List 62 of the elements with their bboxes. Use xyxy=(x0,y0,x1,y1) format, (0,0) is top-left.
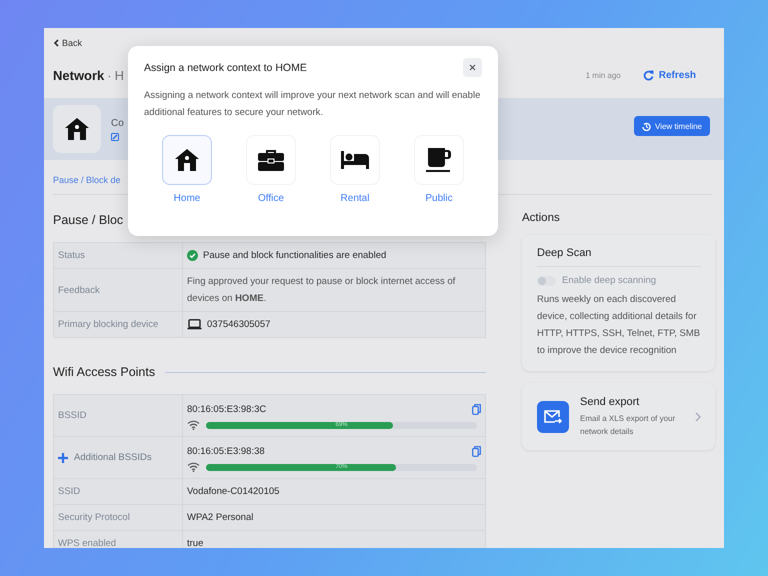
toggle-label: Enable deep scanning xyxy=(562,275,656,286)
option-label[interactable]: Rental xyxy=(340,193,370,204)
option-label[interactable]: Office xyxy=(258,193,284,204)
section-heading: Pause / Bloc xyxy=(53,213,124,227)
wifi-icon xyxy=(187,420,200,430)
cup-icon xyxy=(425,147,453,173)
check-circle-icon xyxy=(187,250,198,261)
card-title: Deep Scan xyxy=(537,247,701,267)
laptop-icon xyxy=(187,319,202,330)
value-text: true xyxy=(187,537,204,548)
page-subtitle: H xyxy=(114,68,124,82)
refresh-icon xyxy=(642,70,654,80)
history-icon xyxy=(642,122,652,130)
copy-icon[interactable] xyxy=(472,446,481,457)
view-timeline-button[interactable]: View timeline xyxy=(634,116,710,136)
actions-heading: Actions xyxy=(522,212,561,226)
dialog-title: Assign a network context to HOME xyxy=(144,62,307,74)
row-label: Feedback xyxy=(58,284,100,296)
dialog-description: Assigning a network context will improve your next network scan and will enable additional features to secure your network. xyxy=(144,89,482,120)
chevron-left-icon xyxy=(53,39,59,47)
deep-scan-toggle[interactable] xyxy=(537,276,556,286)
card-description: Runs weekly on each discovered device, collecting additional details for HTTP, HTTPS, SSH, Telnet, FTP, SMB to improve the device recognition xyxy=(537,293,701,358)
value-text: Vodafone-C01420105 xyxy=(187,485,280,499)
row-label[interactable]: Additional BSSIDs xyxy=(74,452,152,463)
page-title: Network xyxy=(53,68,104,82)
context-option[interactable] xyxy=(162,135,212,185)
back-link[interactable]: Back xyxy=(53,38,82,48)
send-export-card[interactable]: Send export Email a XLS export of your network details xyxy=(522,383,715,450)
separator-dot: · xyxy=(107,68,112,82)
copy-icon[interactable] xyxy=(472,404,481,415)
close-button[interactable] xyxy=(463,58,482,77)
bssid-value: 80:16:05:E3:98:38 xyxy=(187,445,265,459)
section-link[interactable]: Pause / Block de xyxy=(53,175,121,185)
row-label: Security Protocol xyxy=(58,512,130,523)
row-label: WPS enabled xyxy=(58,538,116,548)
bssid-value: 80:16:05:E3:98:3C xyxy=(187,403,266,417)
value-text: WPA2 Personal xyxy=(187,511,254,525)
device-name: 037546305057 xyxy=(207,318,270,332)
network-name: Co xyxy=(111,118,124,128)
mail-icon xyxy=(537,401,569,433)
bed-icon xyxy=(340,150,370,170)
refresh-button[interactable]: Refresh xyxy=(642,70,696,80)
house-icon xyxy=(64,117,90,141)
last-scan-time: 1 min ago xyxy=(586,70,621,80)
section-heading: Wifi Access Points xyxy=(53,365,156,379)
wifi-icon xyxy=(187,462,200,472)
chevron-right-icon xyxy=(695,412,701,422)
card-title: Send export xyxy=(580,396,640,408)
feedback-text: Fing approved your request to pause or block internet access of devices on HOME. xyxy=(187,275,456,306)
close-icon xyxy=(469,64,476,71)
row-label: Status xyxy=(58,250,85,261)
row-label: BSSID xyxy=(58,410,87,421)
option-label[interactable]: Public xyxy=(425,193,453,204)
plus-icon[interactable] xyxy=(58,452,68,462)
briefcase-icon xyxy=(257,148,285,172)
row-label: Primary blocking device xyxy=(58,319,158,330)
status-text: Pause and block functionalities are enabled xyxy=(203,249,386,263)
house-icon xyxy=(174,148,200,172)
row-label: SSID xyxy=(58,486,80,497)
edit-icon[interactable] xyxy=(111,132,119,140)
option-label[interactable]: Home xyxy=(174,193,200,204)
card-description: Email a XLS export of your network details xyxy=(580,413,676,438)
